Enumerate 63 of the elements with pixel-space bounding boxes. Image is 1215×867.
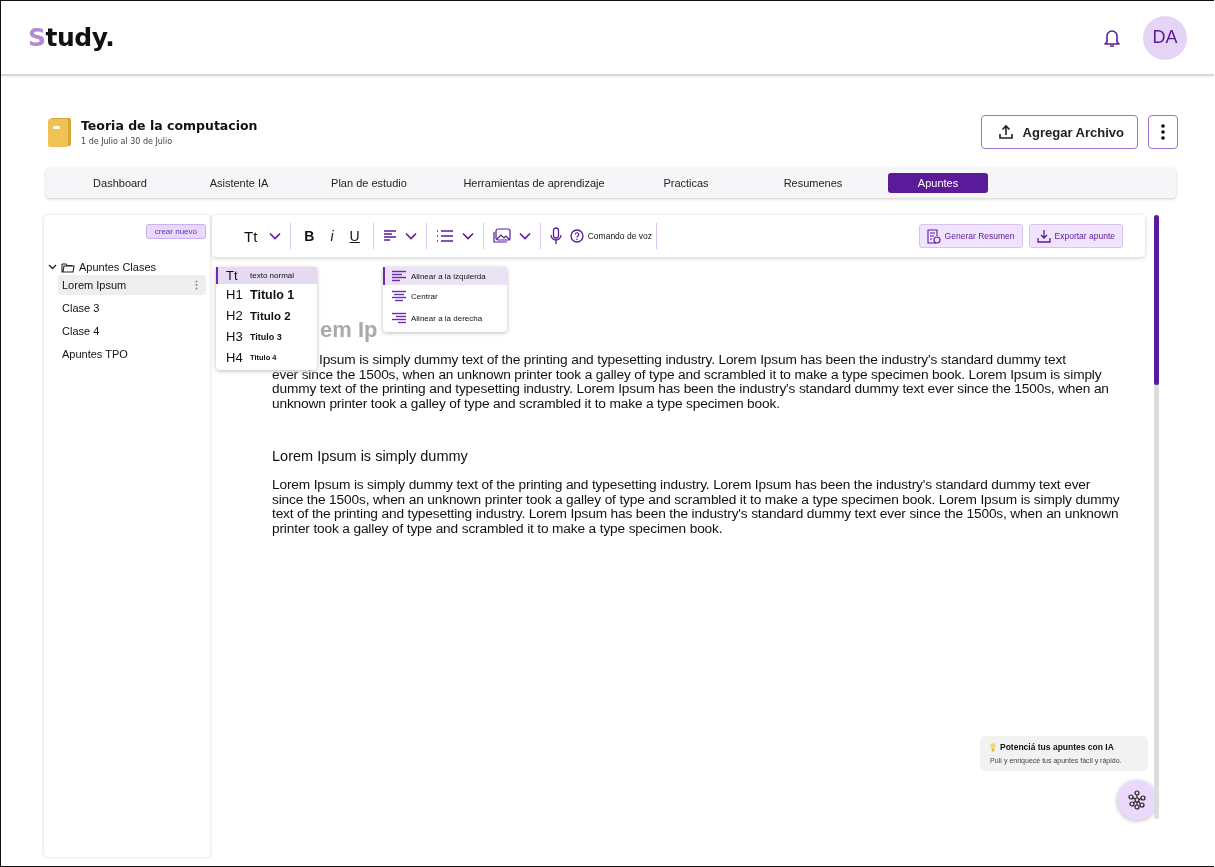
lightbulb-icon [990,742,996,752]
user-avatar[interactable]: DA [1143,15,1187,60]
study-logo: Study. [28,23,115,52]
text-style-option[interactable]: H1 Titulo 1 [216,284,317,305]
note-paragraph-line: Ipsum is simply dummy text of the printing and typesetting industry. Lorem Ipsum has been the industry's standard dummy text [319,353,1066,368]
course-dates: 1 de Julio al 30 de Julio [81,137,174,146]
add-file-button[interactable]: Agregar Archivo [980,115,1138,149]
chevron-icon[interactable] [518,232,531,240]
nav-tab[interactable]: Dashboard [56,173,184,193]
alignment-option[interactable]: Centrar [383,285,507,307]
ai-tip-title: Potenciá tus apuntes con IA [1000,742,1114,752]
nav-tab[interactable]: Resumenes [748,173,878,193]
image-icon[interactable] [492,228,511,244]
align-center-icon [392,290,406,302]
note-title: em Ip [320,317,378,344]
note-item[interactable]: Lorem Ipsum [58,275,206,295]
note-paragraph: Lorem Ipsum is simply dummy text of the printing and typesetting industry. Lorem Ipsum has been the industry's standard dummy text ever since the 1500s, when an unknown printer took a galley of type and scrambled it to make a type specimen book. Lorem Ipsum is simply dummy text of the printing and typesetting industry. Lorem Ipsum has been the industry's standard dummy text ever since the 1500s, when an unknown printer took a galley of type and scrambled it to make a type specimen book. [272,477,1121,537]
bold-button[interactable]: B [300,228,319,244]
nav-tab[interactable]: Apuntes [888,173,988,193]
italic-button[interactable]: i [326,228,338,244]
text-style-option[interactable]: Tt texto normal [216,267,317,284]
notebook-icon [47,116,73,148]
align-left-icon [392,270,406,282]
export-note-button[interactable]: Exportar apunte [1028,224,1123,248]
nav-tab[interactable]: Herramientas de aprendizaje [444,173,624,193]
notification-bell-icon[interactable] [1103,27,1121,48]
underline-button[interactable]: U [345,228,364,244]
text-style-button[interactable]: Tt [240,227,262,245]
chevron-icon[interactable] [461,232,474,240]
note-item[interactable]: Clase 3 [58,298,206,318]
more-options-button[interactable] [1148,115,1178,149]
create-new-button[interactable]: crear nuevo [145,224,206,239]
network-icon [1127,790,1147,810]
text-style-option[interactable]: H3 Titulo 3 [216,326,317,347]
microphone-icon[interactable] [549,227,562,245]
folder-item[interactable]: Apuntes Clases [48,259,206,275]
more-icon[interactable] [195,280,198,290]
chevron-icon[interactable] [404,232,417,240]
nav-tab[interactable]: Plan de estudio [294,173,444,193]
note-paragraph: ever since the 1500s, when an unknown printer took a galley of type and scrambled it to make a type specimen book. Lorem Ipsum is simply dummy text of the printing and typesetting industry. Lorem Ipsum has been the industry's standard dummy text ever since the 1500s, when an unknown printer took a galley of type and scrambled it to make a type specimen book. [272,367,1110,412]
chevron-icon[interactable] [269,232,282,240]
generate-summary-button[interactable]: Generar Resumen [918,224,1023,248]
alignment-option[interactable]: Alinear a la izquierda [383,267,507,285]
text-style-option[interactable]: H2 Titulo 2 [216,305,317,326]
alignment-option[interactable]: Alinear a la derecha [383,307,507,329]
note-item[interactable]: Clase 4 [58,321,206,341]
align-left-icon[interactable] [382,229,397,243]
help-icon[interactable] [569,229,584,243]
folder-icon [61,261,75,273]
list-icon[interactable] [435,229,454,243]
course-title: Teoria de la computacion [81,118,258,133]
folder-label: Apuntes Clases [79,261,157,273]
align-right-icon [392,312,406,324]
ai-assistant-button[interactable] [1117,780,1157,820]
note-item[interactable]: Apuntes TPO [58,344,206,364]
document-plus-icon [926,228,941,244]
nav-tab[interactable]: Practicas [624,173,748,193]
kebab-icon [1161,124,1165,140]
upload-icon [997,124,1014,140]
nav-tab[interactable]: Asistente IA [184,173,294,193]
note-subtitle: Lorem Ipsum is simply dummy [272,447,469,464]
voice-command-label[interactable]: Comando de voz [587,231,652,241]
download-icon [1036,229,1051,243]
